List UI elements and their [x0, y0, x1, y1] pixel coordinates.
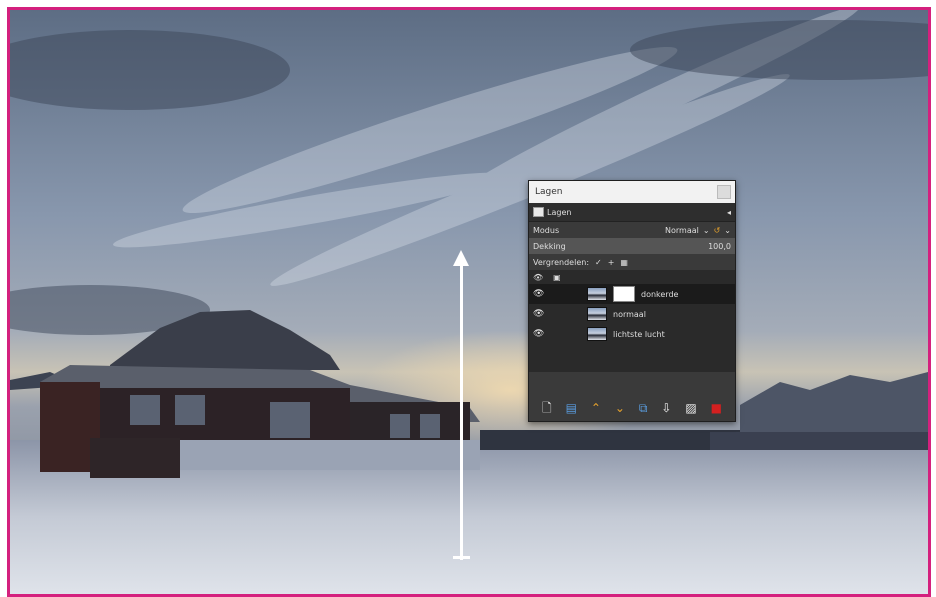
- dialog-titlebar[interactable]: Lagen: [529, 181, 735, 203]
- layer-row[interactable]: 👁 donkerde: [529, 284, 735, 304]
- layers-dialog[interactable]: Lagen Lagen ◂ Modus Normaal ⌄ ↺ ⌄ Dekkin…: [528, 180, 736, 422]
- lock-label: Vergrendelen:: [533, 257, 590, 267]
- mode-row: Modus Normaal ⌄ ↺ ⌄: [529, 222, 735, 238]
- opacity-label: Dekking: [533, 241, 566, 251]
- layer-thumbnail: [587, 307, 607, 321]
- chevron-down-icon[interactable]: ⌄: [703, 226, 710, 235]
- lower-layer-icon[interactable]: ⌄: [615, 402, 625, 414]
- layers-toolbar: 🗋 ▤ ⌃ ⌄ ⧉ ⇩ ▨ ■: [529, 395, 735, 421]
- new-layer-group-icon[interactable]: ▤: [566, 402, 577, 414]
- eye-icon[interactable]: 👁: [533, 289, 549, 299]
- layer-thumbnail: [587, 327, 607, 341]
- lock-position-icon[interactable]: +: [608, 258, 615, 267]
- opacity-slider[interactable]: Dekking 100,0: [529, 238, 735, 254]
- opacity-value[interactable]: 100,0: [708, 242, 731, 251]
- arrow-up-icon: [453, 250, 469, 266]
- layer-name[interactable]: lichtste lucht: [613, 330, 665, 339]
- new-layer-icon[interactable]: 🗋: [542, 402, 552, 414]
- chain-column-icon: ▣: [553, 272, 561, 282]
- visibility-column-icon: 👁: [533, 272, 544, 282]
- lock-pixels-icon[interactable]: ✓: [595, 258, 602, 267]
- layer-list: 👁 donkerde 👁 normaal 👁 lichtste lucht: [529, 284, 735, 372]
- chevron-down-icon[interactable]: ⌄: [724, 226, 731, 235]
- canvas-frame: [7, 7, 931, 597]
- eye-icon[interactable]: 👁: [533, 309, 549, 319]
- layer-list-header: 👁 ▣: [529, 270, 735, 284]
- close-button[interactable]: [717, 185, 731, 199]
- lock-row: Vergrendelen: ✓ + ▦: [529, 254, 735, 270]
- landscape-photo: [10, 10, 928, 594]
- layers-tab-icon: [533, 207, 544, 217]
- delete-layer-icon[interactable]: ■: [711, 402, 722, 414]
- eye-icon[interactable]: 👁: [533, 329, 549, 339]
- add-mask-icon[interactable]: ▨: [685, 402, 696, 414]
- reset-mode-icon[interactable]: ↺: [714, 226, 721, 235]
- vertical-arrow-line: [460, 262, 463, 560]
- layer-mask-thumbnail: [613, 286, 635, 302]
- layer-name[interactable]: normaal: [613, 310, 646, 319]
- anchor-layer-icon[interactable]: ⇩: [661, 402, 671, 414]
- duplicate-layer-icon[interactable]: ⧉: [639, 402, 648, 414]
- layer-row[interactable]: 👁 normaal: [529, 304, 735, 324]
- lock-alpha-icon[interactable]: ▦: [620, 258, 628, 267]
- dock-tabbar: Lagen ◂: [529, 203, 735, 222]
- mode-select[interactable]: Normaal: [665, 226, 699, 235]
- layer-name[interactable]: donkerde: [641, 290, 678, 299]
- raise-layer-icon[interactable]: ⌃: [591, 402, 601, 414]
- tab-menu-icon[interactable]: ◂: [727, 208, 731, 217]
- dialog-title: Lagen: [535, 187, 563, 197]
- layer-row[interactable]: 👁 lichtste lucht: [529, 324, 735, 344]
- tab-layers[interactable]: Lagen: [547, 208, 571, 217]
- layer-thumbnail: [587, 287, 607, 301]
- arrow-base-bar: [453, 556, 470, 559]
- mode-label: Modus: [533, 225, 560, 235]
